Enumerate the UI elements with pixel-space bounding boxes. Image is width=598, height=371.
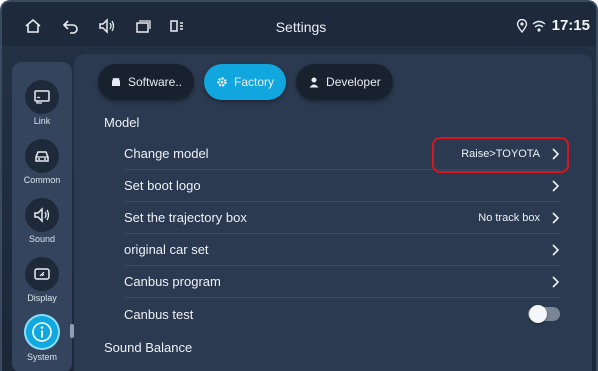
row-label: Set boot logo [124,178,201,193]
chevron-right-icon [552,243,560,256]
chevron-right-icon [552,275,560,288]
status-indicators: 17:15 [516,17,590,34]
location-icon [516,18,527,33]
tab-label: Software.. [128,75,183,89]
section-sound-balance-title: Sound Balance [104,340,193,355]
sidebar-item-label: Common [23,175,61,185]
row-label: Set the trajectory box [124,210,247,225]
sidebar-item-label: Display [27,293,57,303]
highlight-annotation [432,137,569,173]
status-bar: Settings 17:15 [2,2,596,46]
row-original-car-set[interactable]: original car set [124,234,560,266]
row-label: original car set [124,242,209,257]
sidebar-item-display-button [25,257,59,291]
sidebar-item-label: System [26,352,57,362]
sidebar-item-label: Link [33,116,51,126]
car-icon [35,151,49,162]
row-label: Canbus program [124,274,221,289]
sidebar-item-sound[interactable]: Sound [12,198,72,244]
row-label: Change model [124,146,209,161]
sidebar-item-sound-button [25,198,59,232]
tab-label: Factory [234,75,275,89]
row-label: Canbus test [124,306,194,322]
sidebar-item-label: Sound [28,234,56,244]
row-trajectory-box[interactable]: Set the trajectory box No track box [124,202,560,234]
tab-factory[interactable]: Factory [204,64,287,100]
sidebar-item-common[interactable]: Common [12,139,72,185]
sidebar-item-system[interactable]: System [12,314,72,362]
canbus-test-toggle[interactable] [528,305,560,323]
tab-bar: Software.. Factory Developer [98,64,393,100]
tab-label: Developer [326,75,381,89]
chevron-right-icon [552,179,560,192]
sidebar-item-display[interactable]: Display [12,257,72,303]
settings-sidebar: Link Common Sound Display System [12,62,74,371]
display-icon [34,268,50,280]
sidebar-item-system-button [24,314,60,350]
tab-software[interactable]: Software.. [98,64,195,100]
settings-panel: Software.. Factory Developer Model Chang… [74,54,592,371]
page-title: Settings [275,19,327,35]
sidebar-item-link[interactable]: Link [12,80,72,126]
tab-developer[interactable]: Developer [296,64,393,100]
info-icon [32,322,52,342]
toggle-knob [529,305,547,323]
wifi-icon [532,20,546,32]
section-model-title: Model [104,115,140,130]
sidebar-item-link-button [25,80,59,114]
link-icon [34,90,50,104]
clock: 17:15 [551,17,590,34]
row-value: No track box [478,211,540,224]
android-icon [112,77,120,86]
gear-icon [217,77,227,87]
sidebar-item-common-button [25,139,59,173]
row-canbus-test: Canbus test [124,298,560,330]
person-icon [309,77,319,88]
speaker-icon [34,207,50,223]
row-canbus-program[interactable]: Canbus program [124,266,560,298]
chevron-right-icon [552,211,560,224]
head-unit-screen: Settings 17:15 Link Common Sound Display… [0,0,598,371]
row-set-boot-logo[interactable]: Set boot logo [124,170,560,202]
